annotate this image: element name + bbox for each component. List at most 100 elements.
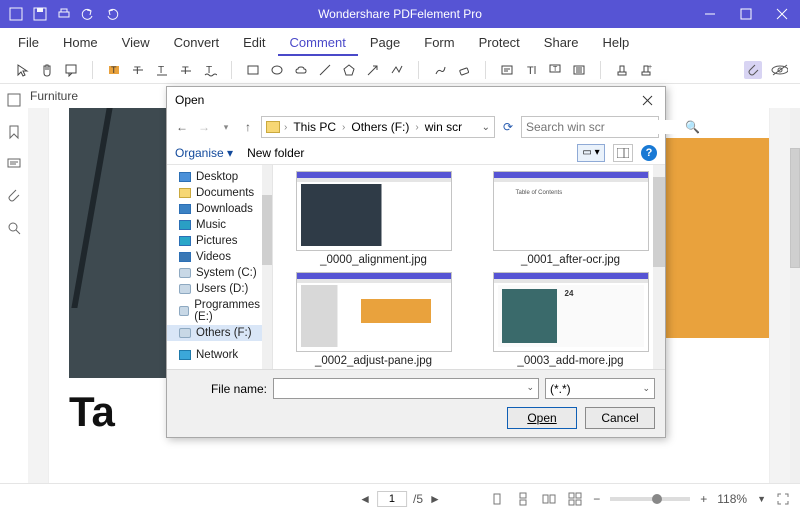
file-item[interactable]: _0001_after-ocr.jpg (476, 171, 665, 266)
polygon-shape-icon[interactable] (340, 61, 358, 79)
filename-input[interactable]: ⌄ (273, 378, 539, 399)
attachment-tool-icon[interactable] (744, 61, 762, 79)
oval-shape-icon[interactable] (268, 61, 286, 79)
tree-desktop[interactable]: Desktop (167, 169, 272, 185)
two-page-continuous-icon[interactable] (567, 491, 583, 507)
menu-file[interactable]: File (6, 29, 51, 56)
path-root[interactable]: This PC (291, 120, 338, 134)
menu-convert[interactable]: Convert (162, 29, 232, 56)
preview-pane-button[interactable] (613, 144, 633, 162)
tree-programmes-e[interactable]: Programmes (E:) (167, 297, 272, 325)
thumbnails-panel-icon[interactable] (6, 92, 22, 108)
note-tool-icon[interactable] (62, 61, 80, 79)
arrow-shape-icon[interactable] (364, 61, 382, 79)
menu-form[interactable]: Form (412, 29, 466, 56)
search-input[interactable] (526, 120, 681, 134)
zoom-slider[interactable] (610, 497, 690, 501)
pencil-tool-icon[interactable] (431, 61, 449, 79)
search-panel-icon[interactable] (6, 220, 22, 236)
cloud-shape-icon[interactable] (292, 61, 310, 79)
tree-documents[interactable]: Documents (167, 185, 272, 201)
custom-stamp-icon[interactable]: + (637, 61, 655, 79)
hide-annotations-icon[interactable] (770, 61, 788, 79)
menu-view[interactable]: View (110, 29, 162, 56)
view-mode-button[interactable]: ▭ ▾ (577, 144, 605, 162)
path-dropdown-icon[interactable]: ⌄ (482, 122, 490, 133)
page-number-input[interactable] (377, 491, 407, 507)
filetype-select[interactable]: (*.*)⌄ (545, 378, 655, 399)
typewriter-tool-icon[interactable]: T (522, 61, 540, 79)
nav-up-icon[interactable]: ↑ (239, 120, 257, 134)
nav-forward-icon[interactable]: → (195, 120, 213, 134)
menu-home[interactable]: Home (51, 29, 110, 56)
menu-share[interactable]: Share (532, 29, 591, 56)
tree-music[interactable]: Music (167, 217, 272, 233)
textbox-tool-icon[interactable] (498, 61, 516, 79)
vertical-scrollbar[interactable] (790, 108, 800, 483)
open-button[interactable]: Open (507, 407, 577, 429)
underline-tool-icon[interactable]: T (153, 61, 171, 79)
highlight-tool-icon[interactable]: T (105, 61, 123, 79)
rectangle-shape-icon[interactable] (244, 61, 262, 79)
close-button[interactable] (764, 0, 800, 28)
tree-others-f[interactable]: Others (F:) (167, 325, 272, 341)
tree-users-d[interactable]: Users (D:) (167, 281, 272, 297)
tree-scrollbar[interactable] (262, 165, 272, 369)
search-icon[interactable]: 🔍 (685, 120, 700, 134)
path-sub[interactable]: win scr (423, 120, 464, 134)
comments-panel-icon[interactable] (6, 156, 22, 172)
search-box[interactable]: 🔍 (521, 116, 659, 138)
save-qat-icon[interactable] (32, 6, 48, 22)
eraser-tool-icon[interactable] (455, 61, 473, 79)
select-tool-icon[interactable] (14, 61, 32, 79)
tree-downloads[interactable]: Downloads (167, 201, 272, 217)
stamp-tool-icon[interactable] (613, 61, 631, 79)
zoom-dropdown-icon[interactable]: ▼ (757, 494, 766, 504)
menu-comment[interactable]: Comment (278, 29, 358, 56)
cancel-button[interactable]: Cancel (585, 407, 655, 429)
line-shape-icon[interactable] (316, 61, 334, 79)
bookmarks-panel-icon[interactable] (6, 124, 22, 140)
maximize-button[interactable] (728, 0, 764, 28)
nav-back-icon[interactable]: ← (173, 120, 191, 134)
file-item[interactable]: _0000_alignment.jpg (279, 171, 468, 266)
squiggly-tool-icon[interactable]: T (201, 61, 219, 79)
callout-tool-icon[interactable]: T (546, 61, 564, 79)
menu-edit[interactable]: Edit (231, 29, 277, 56)
path-folder[interactable]: Others (F:) (349, 120, 411, 134)
page-next-icon[interactable]: ► (429, 492, 441, 506)
continuous-view-icon[interactable] (515, 491, 531, 507)
zoom-out-icon[interactable]: − (593, 492, 600, 506)
breadcrumb-doc[interactable]: Furniture (30, 89, 78, 103)
zoom-in-icon[interactable]: + (700, 492, 707, 506)
file-scrollbar[interactable] (653, 165, 665, 369)
print-qat-icon[interactable] (56, 6, 72, 22)
new-folder-button[interactable]: New folder (247, 146, 304, 160)
refresh-icon[interactable]: ⟳ (499, 120, 517, 134)
organise-menu[interactable]: Organise ▾ (175, 146, 233, 160)
menu-protect[interactable]: Protect (467, 29, 532, 56)
tree-videos[interactable]: Videos (167, 249, 272, 265)
file-item[interactable]: _0003_add-more.jpg (476, 272, 665, 367)
tree-pictures[interactable]: Pictures (167, 233, 272, 249)
dialog-close-icon[interactable] (637, 90, 657, 110)
caret-tool-icon[interactable]: T (177, 61, 195, 79)
fullscreen-icon[interactable] (776, 492, 790, 506)
redo-qat-icon[interactable] (104, 6, 120, 22)
undo-qat-icon[interactable] (80, 6, 96, 22)
page-prev-icon[interactable]: ◄ (359, 492, 371, 506)
single-page-view-icon[interactable] (489, 491, 505, 507)
address-bar[interactable]: › This PC › Others (F:) › win scr ⌄ (261, 116, 495, 138)
tree-network[interactable]: Network (167, 347, 272, 363)
file-item[interactable]: _0002_adjust-pane.jpg (279, 272, 468, 367)
strikethrough-tool-icon[interactable]: T (129, 61, 147, 79)
nav-recent-icon[interactable]: ▾ (217, 122, 235, 133)
two-page-view-icon[interactable] (541, 491, 557, 507)
menu-page[interactable]: Page (358, 29, 412, 56)
connected-line-icon[interactable] (388, 61, 406, 79)
hand-tool-icon[interactable] (38, 61, 56, 79)
tree-system-c[interactable]: System (C:) (167, 265, 272, 281)
help-icon[interactable]: ? (641, 145, 657, 161)
attachments-panel-icon[interactable] (6, 188, 22, 204)
menu-help[interactable]: Help (591, 29, 642, 56)
